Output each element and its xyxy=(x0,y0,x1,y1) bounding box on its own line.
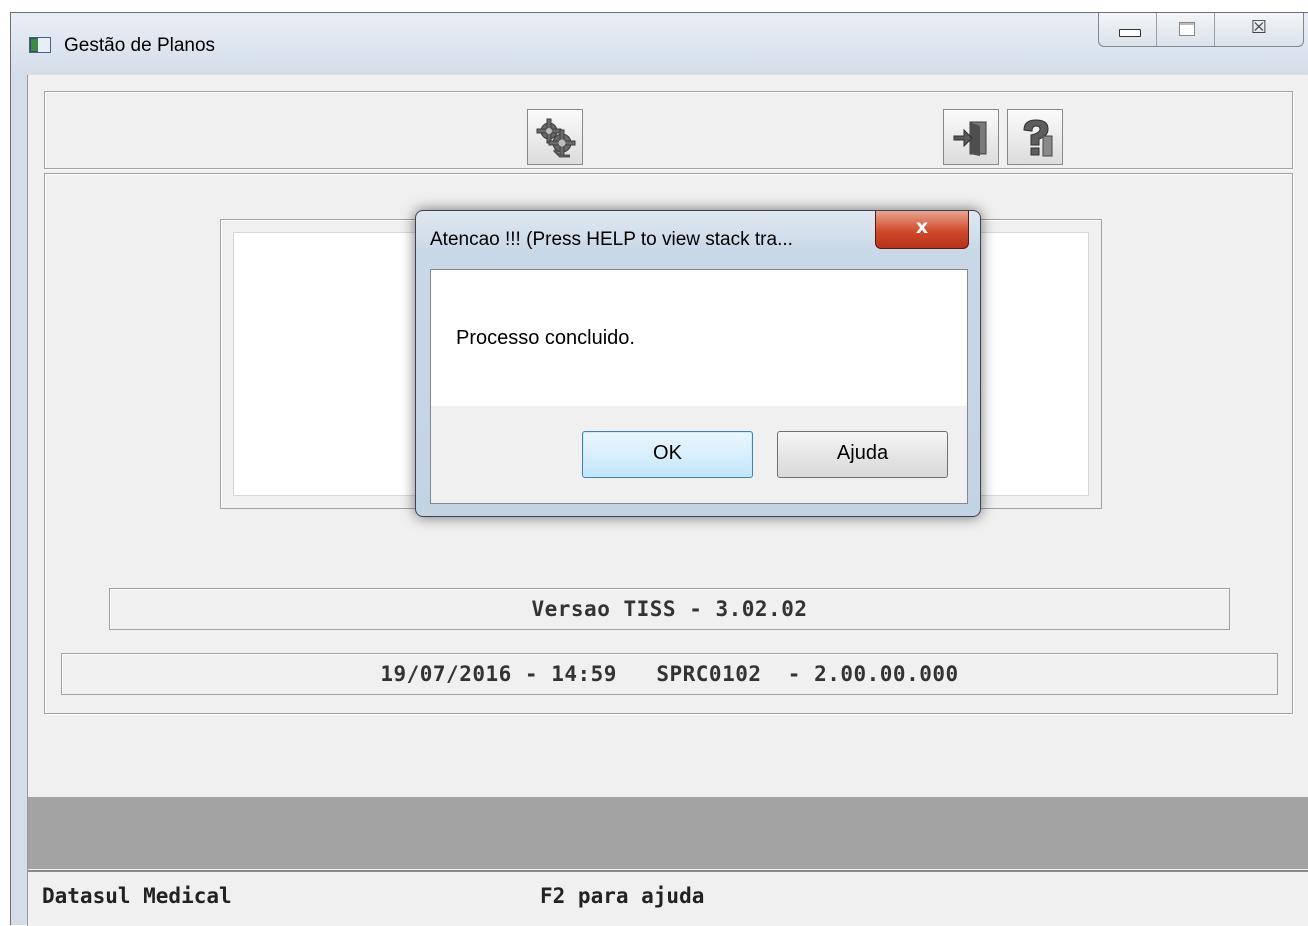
dialog-message: Processo concluido. xyxy=(456,327,635,349)
alert-dialog: Atencao !!! (Press HELP to view stack tr… xyxy=(415,210,981,517)
app-icon[interactable] xyxy=(29,37,51,53)
exit-door-icon xyxy=(953,121,987,156)
exit-button[interactable] xyxy=(943,109,999,165)
window-controls: ☒ xyxy=(1098,13,1304,47)
maximize-button[interactable] xyxy=(1157,13,1215,46)
dialog-message-area: Processo concluido. xyxy=(431,270,967,406)
close-icon: x xyxy=(915,216,929,238)
execute-button[interactable] xyxy=(527,109,583,165)
message-area xyxy=(28,797,1308,869)
help-question-icon xyxy=(1023,119,1053,157)
status-bar: Datasul Medical F2 para ajuda xyxy=(28,870,1308,926)
minimize-button[interactable] xyxy=(1099,13,1157,46)
dialog-title: Atencao !!! (Press HELP to view stack tr… xyxy=(430,229,793,250)
status-help-hint: F2 para ajuda xyxy=(540,884,705,908)
window-titlebar[interactable]: Gestão de Planos ☒ xyxy=(11,13,1308,75)
ok-button[interactable]: OK xyxy=(582,431,753,478)
gears-execute-icon xyxy=(536,118,576,158)
help-button[interactable] xyxy=(1007,109,1063,165)
close-button[interactable]: ☒ xyxy=(1215,13,1303,46)
close-icon: ☒ xyxy=(1250,17,1267,38)
dialog-body: Processo concluido. OK Ajuda xyxy=(430,269,968,504)
toolbar xyxy=(44,91,1293,169)
ajuda-button[interactable]: Ajuda xyxy=(777,431,948,478)
window-title: Gestão de Planos xyxy=(64,35,216,56)
status-product: Datasul Medical xyxy=(42,884,232,908)
dialog-close-button[interactable]: x xyxy=(875,211,969,249)
version-label: Versao TISS - 3.02.02 xyxy=(109,588,1230,630)
build-info-label: 19/07/2016 - 14:59 SPRC0102 - 2.00.00.00… xyxy=(61,653,1278,695)
